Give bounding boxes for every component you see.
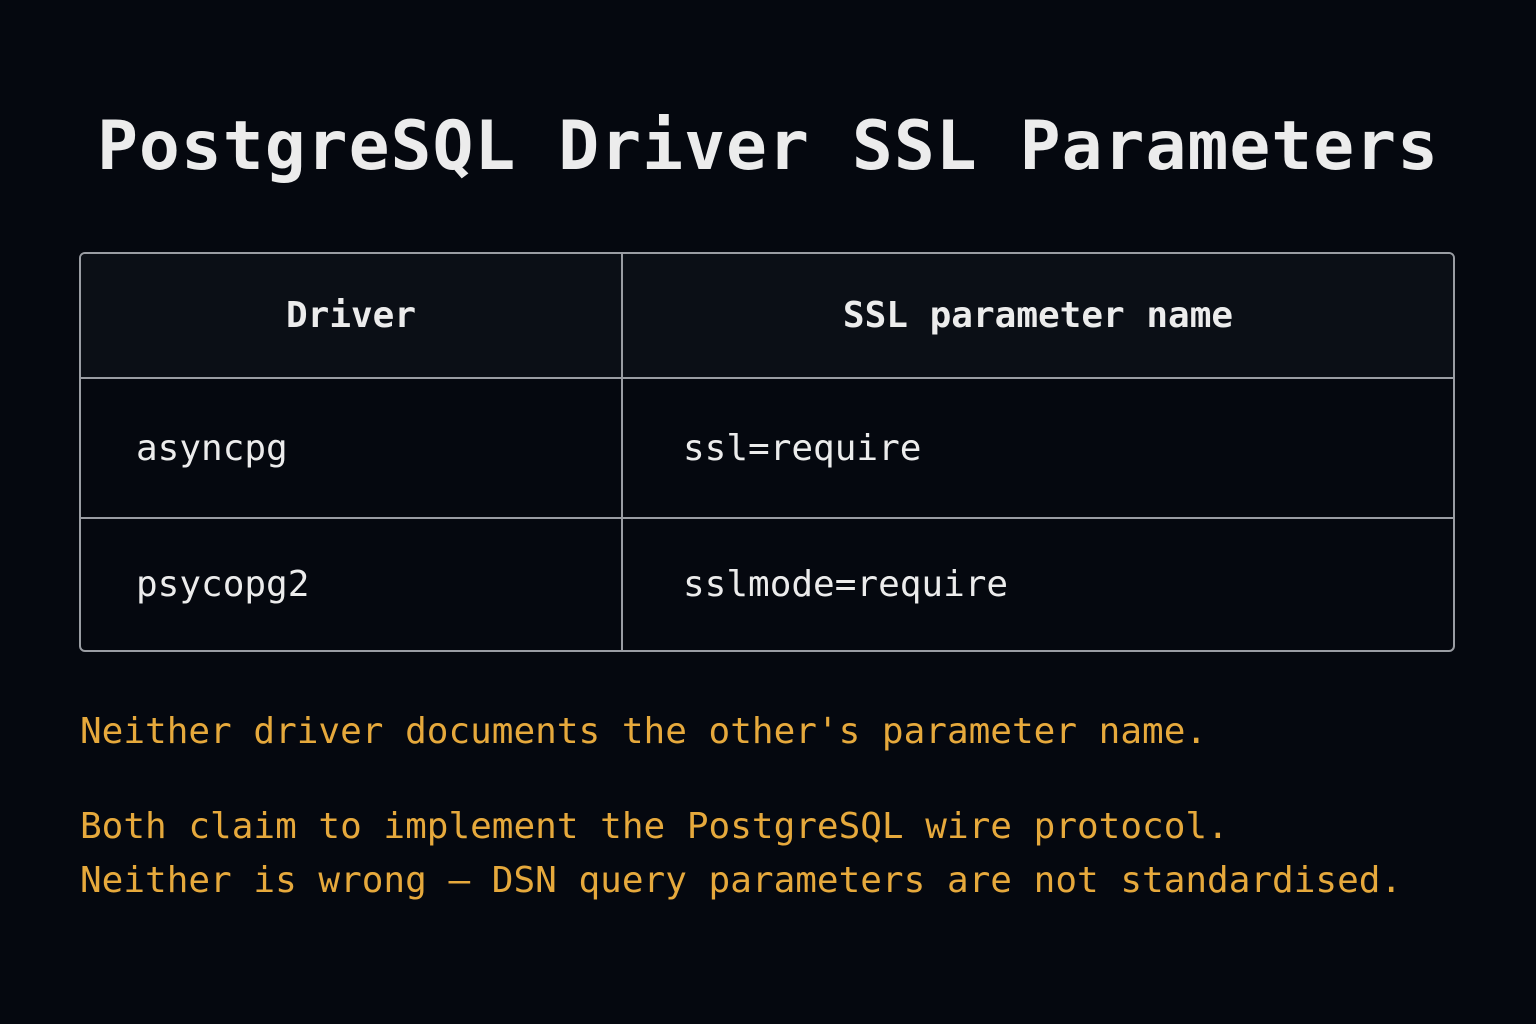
table-row: psycopg2 sslmode=require (81, 519, 1453, 650)
note-line: Neither driver documents the other's par… (80, 711, 1208, 752)
table-header-row: Driver SSL parameter name (81, 254, 1453, 379)
ssl-parameters-table: Driver SSL parameter name asyncpg ssl=re… (79, 252, 1455, 652)
column-header-driver: Driver (81, 254, 623, 377)
driver-cell: psycopg2 (81, 519, 623, 650)
ssl-parameter-cell: sslmode=require (683, 564, 1009, 605)
ssl-parameter-cell: ssl=require (683, 427, 922, 469)
column-header-ssl-parameter-name: SSL parameter name (842, 295, 1234, 336)
page-title: PostgreSQL Driver SSL Parameters (96, 107, 1440, 186)
note-line: Neither is wrong — DSN query parameters … (80, 860, 1403, 901)
driver-cell: asyncpg (81, 379, 623, 517)
note-line: Both claim to implement the PostgreSQL w… (80, 806, 1229, 847)
table-row: asyncpg ssl=require (81, 379, 1453, 519)
